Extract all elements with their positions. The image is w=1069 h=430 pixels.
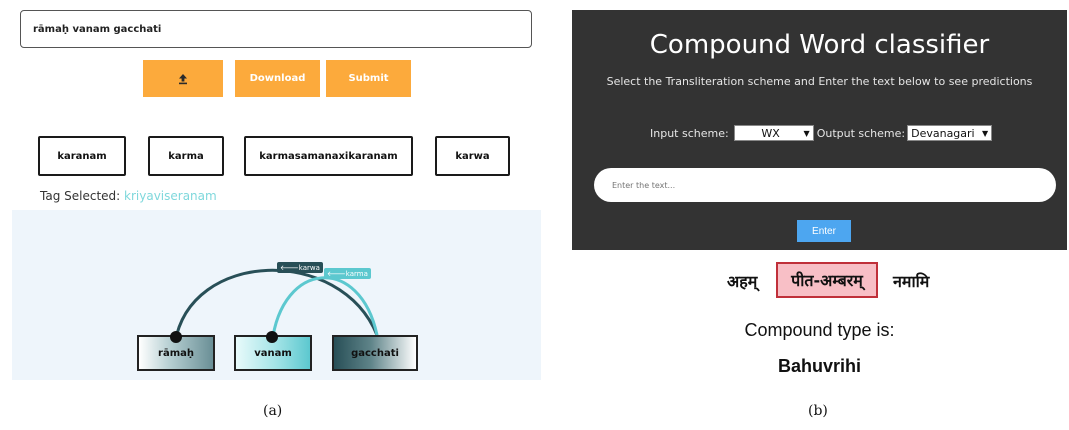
arc-label-karwa-text: karwa bbox=[298, 264, 320, 272]
page-title: Compound Word classifier bbox=[649, 30, 990, 60]
input-scheme-value: WX bbox=[761, 126, 780, 140]
arc-label-karma-text: karma bbox=[345, 270, 368, 278]
output-scheme-value: Devanagari bbox=[911, 126, 975, 140]
compound-type-value: Bahuvrihi bbox=[777, 356, 861, 376]
chevron-down-icon: ▼ bbox=[803, 128, 810, 138]
compound-word-highlight: पीत-अम्बरम् bbox=[776, 262, 878, 298]
compound-type-label: Compound type is: bbox=[744, 320, 895, 340]
output-scheme-select[interactable]: Devanagari ▼ bbox=[907, 125, 993, 141]
word-gacchati[interactable]: gacchati bbox=[332, 335, 418, 371]
input-scheme-label: Input scheme: bbox=[650, 126, 729, 140]
page-subtitle: Select the Transliteration scheme and En… bbox=[606, 75, 1033, 88]
output-scheme-label: Output scheme: bbox=[816, 126, 906, 140]
sentence-word-1: अहम् bbox=[727, 272, 758, 291]
scheme-row: Input scheme: WX ▼ Output scheme: Devana… bbox=[650, 125, 993, 141]
caption-b: (b) bbox=[808, 403, 828, 419]
sentence-word-3: नमामि bbox=[893, 272, 930, 291]
input-scheme-select[interactable]: WX ▼ bbox=[733, 125, 814, 141]
chevron-down-icon: ▼ bbox=[981, 128, 989, 138]
text-input-box[interactable] bbox=[594, 168, 1056, 202]
word-dot-vanam bbox=[266, 331, 278, 343]
arc-label-karma: 🡐karma bbox=[324, 268, 371, 279]
caption-a: (a) bbox=[263, 403, 283, 419]
word-dot-ramah bbox=[170, 331, 182, 343]
text-input[interactable] bbox=[594, 168, 1056, 202]
enter-button[interactable]: Enter bbox=[797, 220, 851, 242]
arc-label-karwa: 🡐karwa bbox=[277, 262, 323, 273]
